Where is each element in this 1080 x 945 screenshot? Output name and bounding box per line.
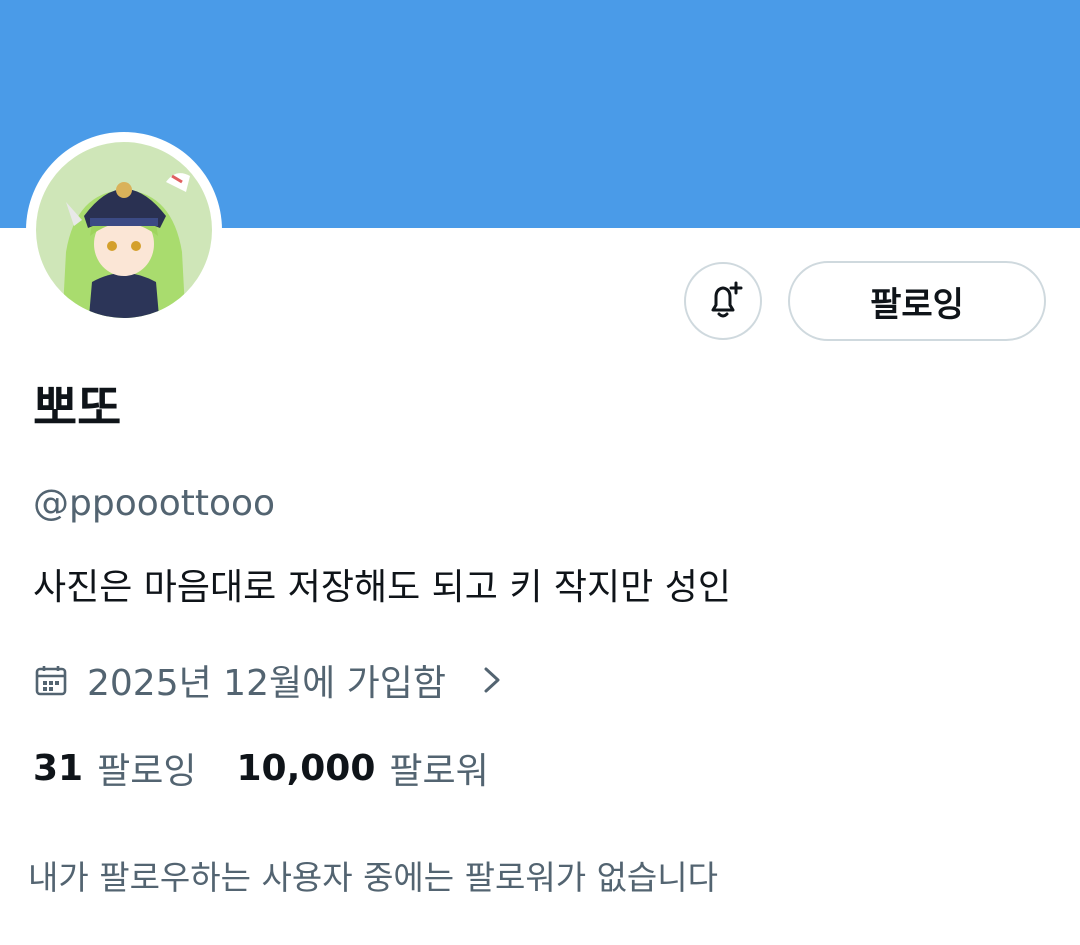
bell-plus-icon xyxy=(711,281,743,318)
username-handle: @ppooottooo xyxy=(33,483,276,524)
followers-count: 10,000 xyxy=(236,747,376,789)
follow-stats: 31 팔로잉 10,000 팔로워 xyxy=(33,742,529,794)
following-stat[interactable]: 31 팔로잉 xyxy=(33,742,196,794)
followers-label: 팔로워 xyxy=(389,751,489,792)
profile-bio: 사진은 마음대로 저장해도 되고 키 작지만 성인 xyxy=(33,567,731,608)
following-button-label: 팔로잉 xyxy=(870,284,964,325)
avatar-image xyxy=(28,134,220,326)
following-count: 31 xyxy=(33,747,84,789)
joined-date-row[interactable]: 2025년 12월에 가입함 xyxy=(33,656,508,704)
display-name: 뽀또 xyxy=(33,380,122,436)
chevron-right-icon xyxy=(484,667,500,693)
followers-stat[interactable]: 10,000 팔로워 xyxy=(236,742,488,794)
profile-page: 팔로잉 뽀또 @ppooottooo 사진은 마음대로 저장해도 되고 키 작지… xyxy=(0,0,1080,945)
following-label: 팔로잉 xyxy=(97,751,197,792)
mutual-followers-note: 내가 팔로우하는 사용자 중에는 팔로워가 없습니다 xyxy=(28,858,719,897)
joined-date-text: 2025년 12월에 가입함 xyxy=(87,663,447,704)
profile-avatar[interactable] xyxy=(26,132,222,328)
calendar-icon xyxy=(35,666,67,696)
following-button[interactable]: 팔로잉 xyxy=(788,261,1046,341)
notify-button[interactable] xyxy=(684,262,762,340)
